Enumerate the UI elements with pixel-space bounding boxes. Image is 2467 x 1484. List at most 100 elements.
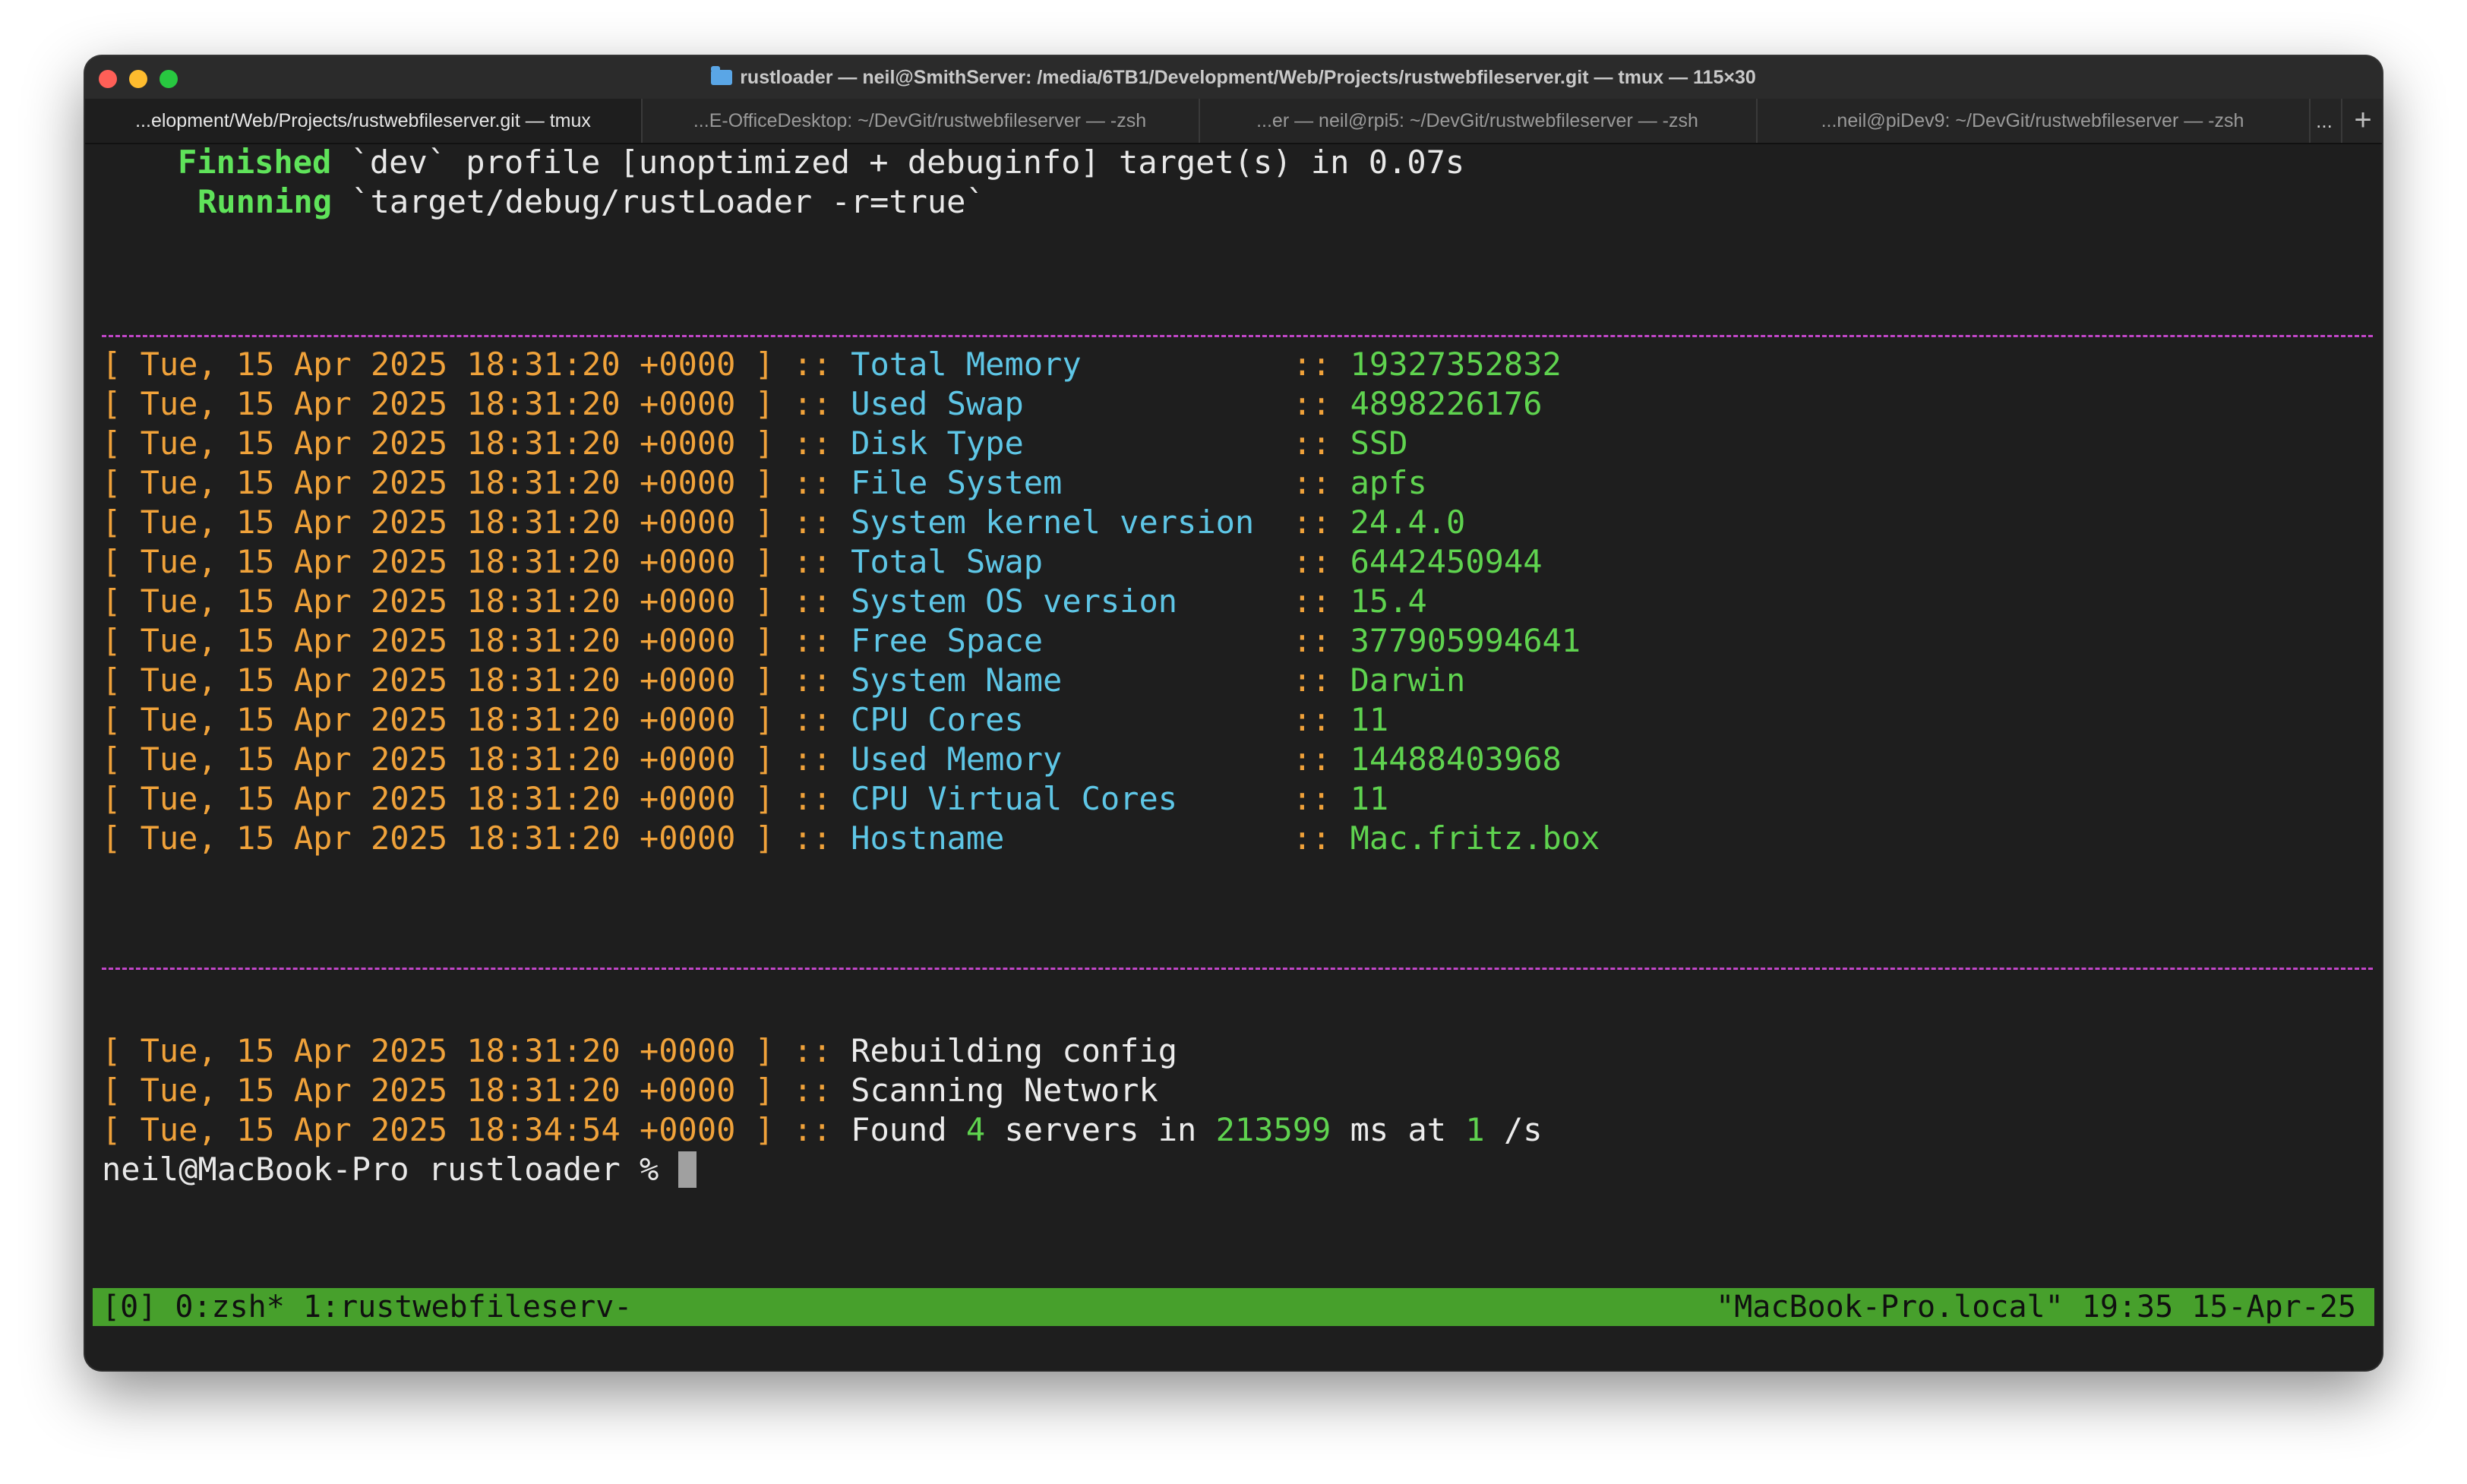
separator: :: [1273, 622, 1350, 659]
system-info-row: [ Tue, 15 Apr 2025 18:31:20 +0000 ] :: C… [102, 779, 1388, 819]
info-value: 4898226176 [1350, 385, 1543, 422]
separator: :: [774, 819, 851, 857]
found-line: [ Tue, 15 Apr 2025 18:34:54 +0000 ] :: F… [102, 1110, 1543, 1150]
info-key: System kernel version [851, 504, 1274, 541]
info-key: Used Swap [851, 385, 1274, 422]
separator: :: [774, 504, 851, 541]
info-key: CPU Cores [851, 701, 1274, 738]
separator: :: [1273, 819, 1350, 857]
separator: :: [774, 740, 851, 778]
new-tab-button[interactable]: + [2341, 99, 2382, 143]
separator: :: [1273, 661, 1350, 699]
terminal-window: rustloader — neil@SmithServer: /media/6T… [85, 56, 2382, 1370]
separator: :: [1273, 740, 1350, 778]
separator: :: [774, 385, 851, 422]
timestamp: [ Tue, 15 Apr 2025 18:31:20 +0000 ] [102, 819, 775, 857]
timestamp: [ Tue, 15 Apr 2025 18:31:20 +0000 ] [102, 385, 775, 422]
folder-icon [711, 66, 733, 85]
info-value: 11 [1350, 780, 1389, 817]
separator: :: [1273, 583, 1350, 620]
tmux-status-bar: [0] 0:zsh* 1:rustwebfileserv- "MacBook-P… [93, 1288, 2374, 1326]
separator-line-top [102, 335, 2373, 337]
info-value: 24.4.0 [1350, 504, 1466, 541]
system-info-row: [ Tue, 15 Apr 2025 18:31:20 +0000 ] :: H… [102, 819, 1600, 858]
system-info-row: [ Tue, 15 Apr 2025 18:31:20 +0000 ] :: S… [102, 661, 1465, 700]
text-cursor [678, 1151, 697, 1188]
tab-3[interactable]: ...er — neil@rpi5: ~/DevGit/rustwebfiles… [1199, 99, 1758, 143]
info-key: Disk Type [851, 425, 1274, 462]
found-text: Found [851, 1111, 966, 1148]
timestamp: [ Tue, 15 Apr 2025 18:31:20 +0000 ] [102, 780, 775, 817]
tmux-host-clock: "MacBook-Pro.local" 19:35 15-Apr-25 [1716, 1290, 2356, 1325]
timestamp: [ Tue, 15 Apr 2025 18:31:20 +0000 ] [102, 1032, 775, 1069]
scan-rate: 1 [1465, 1111, 1485, 1148]
timestamp: [ Tue, 15 Apr 2025 18:31:20 +0000 ] [102, 504, 775, 541]
tab-4[interactable]: ...neil@piDev9: ~/DevGit/rustwebfileserv… [1756, 99, 2311, 143]
separator: :: [774, 346, 851, 383]
ms-text: ms at [1331, 1111, 1466, 1148]
info-key: Total Memory [851, 346, 1274, 383]
system-info-row: [ Tue, 15 Apr 2025 18:31:20 +0000 ] :: T… [102, 345, 1562, 384]
separator-line-bottom [102, 968, 2373, 970]
info-key: Hostname [851, 819, 1274, 857]
info-key: Total Swap [851, 543, 1274, 580]
prompt-line[interactable]: neil@MacBook-Pro rustloader % [102, 1150, 697, 1189]
info-value: 11 [1350, 701, 1389, 738]
info-value: Darwin [1350, 661, 1466, 699]
separator: :: [774, 425, 851, 462]
info-key: Free Space [851, 622, 1274, 659]
info-value: 14488403968 [1350, 740, 1562, 778]
separator: :: [774, 464, 851, 501]
servers-count: 4 [965, 1111, 986, 1148]
separator: :: [774, 661, 851, 699]
finished-text: `dev` profile [unoptimized + debuginfo] … [331, 144, 1465, 181]
terminal-content[interactable]: Finished `dev` profile [unoptimized + de… [93, 143, 2374, 1320]
info-value: apfs [1350, 464, 1427, 501]
timestamp: [ Tue, 15 Apr 2025 18:31:20 +0000 ] [102, 622, 775, 659]
rate-unit: /s [1484, 1111, 1543, 1148]
tab-2[interactable]: ...E-OfficeDesktop: ~/DevGit/rustwebfile… [641, 99, 1200, 143]
info-value: 19327352832 [1350, 346, 1562, 383]
running-text: `target/debug/rustLoader -r=true` [332, 183, 985, 220]
scan-duration: 213599 [1215, 1111, 1331, 1148]
info-value: 377905994641 [1350, 622, 1581, 659]
window-title: rustloader — neil@SmithServer: /media/6T… [740, 67, 1756, 88]
timestamp: [ Tue, 15 Apr 2025 18:31:20 +0000 ] [102, 583, 775, 620]
info-value: SSD [1350, 425, 1408, 462]
timestamp: [ Tue, 15 Apr 2025 18:31:20 +0000 ] [102, 1072, 775, 1109]
system-info-row: [ Tue, 15 Apr 2025 18:31:20 +0000 ] :: S… [102, 503, 1465, 542]
system-info-row: [ Tue, 15 Apr 2025 18:31:20 +0000 ] :: D… [102, 424, 1407, 463]
separator: :: [1273, 504, 1350, 541]
separator: :: [1273, 780, 1350, 817]
log-row: [ Tue, 15 Apr 2025 18:31:20 +0000 ] :: S… [102, 1071, 1158, 1110]
separator: :: [774, 622, 851, 659]
timestamp: [ Tue, 15 Apr 2025 18:31:20 +0000 ] [102, 740, 775, 778]
build-finished-line: Finished `dev` profile [unoptimized + de… [102, 143, 1464, 182]
separator: :: [774, 583, 851, 620]
timestamp: [ Tue, 15 Apr 2025 18:31:20 +0000 ] [102, 464, 775, 501]
separator: :: [1273, 543, 1350, 580]
system-info-row: [ Tue, 15 Apr 2025 18:31:20 +0000 ] :: U… [102, 384, 1543, 424]
finished-label: Finished [178, 144, 332, 181]
timestamp: [ Tue, 15 Apr 2025 18:34:54 +0000 ] [102, 1111, 775, 1148]
separator: :: [774, 780, 851, 817]
log-row: [ Tue, 15 Apr 2025 18:31:20 +0000 ] :: R… [102, 1031, 1177, 1071]
system-info-row: [ Tue, 15 Apr 2025 18:31:20 +0000 ] :: F… [102, 621, 1581, 661]
system-info-row: [ Tue, 15 Apr 2025 18:31:20 +0000 ] :: U… [102, 740, 1562, 779]
separator: :: [1273, 385, 1350, 422]
separator: :: [774, 543, 851, 580]
timestamp: [ Tue, 15 Apr 2025 18:31:20 +0000 ] [102, 661, 775, 699]
running-label: Running [197, 183, 333, 220]
system-info-row: [ Tue, 15 Apr 2025 18:31:20 +0000 ] :: C… [102, 700, 1388, 740]
separator: :: [774, 1111, 851, 1148]
window-title-wrap: rustloader — neil@SmithServer: /media/6T… [85, 66, 2382, 89]
separator: :: [774, 701, 851, 738]
tab-overflow-button[interactable]: ... [2309, 99, 2339, 143]
log-message: Scanning Network [851, 1072, 1158, 1109]
log-message: Rebuilding config [851, 1032, 1178, 1069]
tab-1[interactable]: ...elopment/Web/Projects/rustwebfileserv… [85, 99, 643, 143]
tmux-window-list[interactable]: [0] 0:zsh* 1:rustwebfileserv- [102, 1288, 632, 1326]
timestamp: [ Tue, 15 Apr 2025 18:31:20 +0000 ] [102, 701, 775, 738]
info-key: System Name [851, 661, 1274, 699]
timestamp: [ Tue, 15 Apr 2025 18:31:20 +0000 ] [102, 425, 775, 462]
